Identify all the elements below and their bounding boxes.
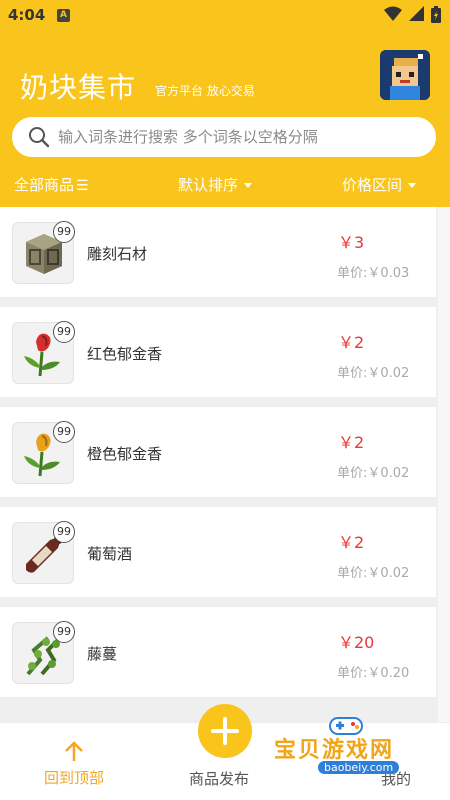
publish-button[interactable] (198, 704, 252, 758)
product-list: 99 雕刻石材 ￥3 单价:￥0.03 99 红色郁金香 ￥2 单价:￥0.02 (0, 207, 436, 707)
list-item[interactable]: 99 藤蔓 ￥20 单价:￥0.20 (0, 607, 436, 697)
search-input[interactable] (58, 117, 418, 157)
item-name: 葡萄酒 (87, 545, 133, 563)
game-character-avatar-icon (380, 50, 430, 100)
quantity-badge: 99 (53, 621, 75, 643)
item-unit-price: 单价:￥0.03 (337, 266, 410, 281)
list-item[interactable]: 99 雕刻石材 ￥3 单价:￥0.03 (0, 207, 436, 297)
battery-icon (431, 6, 441, 23)
status-time: 4:04 (8, 6, 46, 24)
list-icon: ☰ (76, 178, 89, 194)
caret-down-icon (408, 183, 417, 188)
item-unit-price: 单价:￥0.02 (337, 466, 410, 481)
arrow-up-icon (65, 741, 83, 761)
item-unit-price: 单价:￥0.02 (337, 566, 410, 581)
caret-down-icon (244, 183, 253, 188)
filter-price-label: 价格区间 (342, 176, 403, 194)
status-bar: 4:04 A (0, 0, 450, 32)
filter-all-items[interactable]: 全部商品 ☰ (14, 174, 89, 195)
back-to-top-label: 回到顶部 (43, 769, 104, 787)
watermark-url: baobeiy.com (318, 761, 400, 774)
filter-price-dropdown[interactable]: 价格区间 (342, 174, 417, 195)
back-to-top-button[interactable]: 回到顶部 (37, 741, 111, 788)
item-name: 橙色郁金香 (87, 445, 163, 463)
filter-bar: 全部商品 ☰ 默认排序 价格区间 (0, 170, 450, 200)
filter-sort-label: 默认排序 (178, 176, 239, 194)
item-unit-price: 单价:￥0.02 (337, 366, 410, 381)
quantity-badge: 99 (53, 321, 75, 343)
notification-icon: A (57, 9, 70, 22)
filter-sort-dropdown[interactable]: 默认排序 (178, 174, 253, 195)
filter-all-label: 全部商品 (14, 176, 75, 194)
user-avatar[interactable] (380, 50, 430, 100)
list-item[interactable]: 99 葡萄酒 ￥2 单价:￥0.02 (0, 507, 436, 597)
item-name: 雕刻石材 (87, 245, 148, 263)
item-unit-price: 单价:￥0.20 (337, 666, 410, 681)
item-name: 藤蔓 (87, 645, 118, 663)
watermark-text: 宝贝游戏网 (274, 738, 395, 763)
item-name: 红色郁金香 (87, 345, 163, 363)
signal-icon (409, 6, 424, 21)
quantity-badge: 99 (53, 421, 75, 443)
item-price: ￥2 (338, 333, 365, 352)
search-icon (29, 127, 50, 148)
search-bar[interactable] (12, 117, 436, 157)
quantity-badge: 99 (53, 221, 75, 243)
app-subtitle: 官方平台 放心交易 (155, 84, 255, 98)
list-item[interactable]: 99 橙色郁金香 ￥2 单价:￥0.02 (0, 407, 436, 497)
app-title: 奶块集市 (20, 71, 137, 104)
watermark: 宝贝游戏网 baobeiy.com (274, 714, 444, 784)
item-price: ￥2 (338, 533, 365, 552)
publish-label[interactable]: 商品发布 (189, 768, 249, 789)
list-item[interactable]: 99 红色郁金香 ￥2 单价:￥0.02 (0, 307, 436, 397)
list-scroll-track (438, 207, 450, 727)
item-price: ￥20 (338, 633, 375, 652)
item-price: ￥3 (338, 233, 365, 252)
wifi-icon (384, 6, 402, 21)
item-price: ￥2 (338, 433, 365, 452)
quantity-badge: 99 (53, 521, 75, 543)
